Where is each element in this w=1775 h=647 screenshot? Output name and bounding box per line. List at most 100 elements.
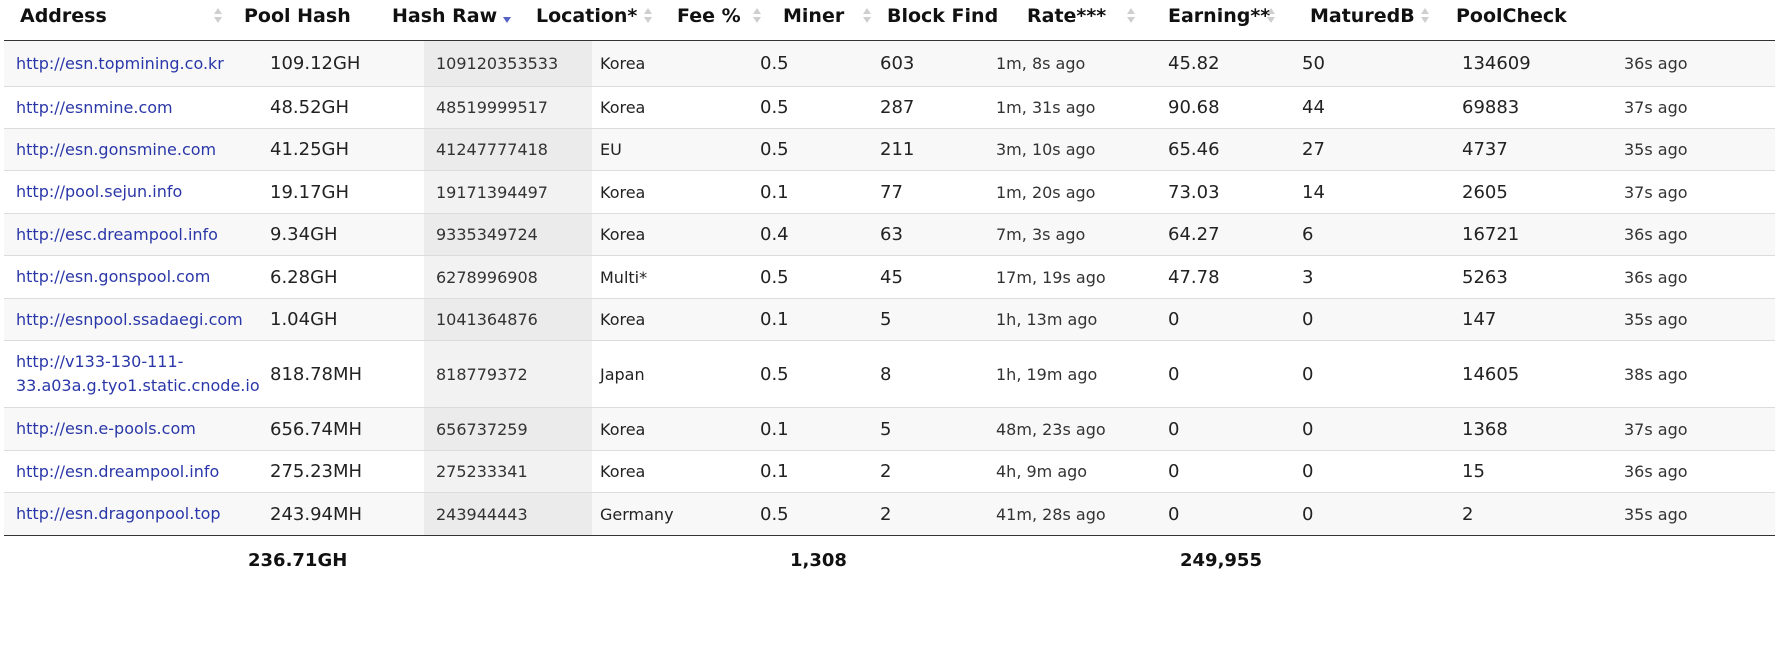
cell-matured: 15: [1462, 461, 1485, 482]
cell-block-find: 1m, 8s ago: [996, 54, 1086, 73]
table-row: http://esn.e-pools.com 656.74MH 656737259 K…: [4, 408, 1775, 451]
cell-hash-raw: 818779372: [436, 364, 528, 384]
sort-arrows-icon[interactable]: [1266, 4, 1276, 28]
column-header-location[interactable]: Location*: [536, 0, 637, 40]
sort-arrows-icon[interactable]: [213, 4, 223, 28]
cell-fee: 0.1: [760, 181, 789, 203]
cell-poolcheck: 36s ago: [1624, 54, 1688, 73]
cell-location: Korea: [600, 54, 646, 73]
pool-address-link[interactable]: http://esn.gonsmine.com: [16, 129, 246, 170]
table-row: http://esn.gonsmine.com 41.25GH 4124777741…: [4, 129, 1775, 171]
cell-matured: 5263: [1462, 266, 1508, 288]
cell-miner: 2: [880, 503, 892, 525]
sort-arrows-icon[interactable]: [1126, 4, 1136, 28]
cell-matured: 2: [1462, 503, 1474, 525]
pool-address-link[interactable]: http://esnmine.com: [16, 87, 246, 128]
cell-location: Korea: [600, 225, 646, 244]
cell-pool-hash: 656.74MH: [270, 418, 363, 440]
cell-miner: 77: [880, 181, 903, 203]
cell-pool-hash: 41.25GH: [270, 139, 350, 160]
cell-pool-hash: 9.34GH: [270, 224, 338, 245]
column-header-rate[interactable]: Rate***: [1027, 0, 1106, 40]
cell-block-find: 4h, 9m ago: [996, 462, 1088, 481]
column-header-miner[interactable]: Miner: [783, 0, 844, 40]
cell-rate: 64.27: [1168, 224, 1220, 245]
cell-block-find: 48m, 23s ago: [996, 419, 1106, 439]
cell-location: Korea: [600, 419, 646, 439]
pool-address-link[interactable]: http://esnpool.ssadaegi.com: [16, 299, 246, 340]
column-header-hash-raw[interactable]: Hash Raw: [392, 0, 497, 40]
sort-arrows-icon[interactable]: [502, 4, 512, 28]
cell-poolcheck: 36s ago: [1624, 225, 1688, 244]
sort-arrows-icon[interactable]: [752, 4, 762, 28]
cell-location: Korea: [600, 98, 646, 117]
cell-fee: 0.5: [760, 53, 789, 74]
cell-hash-raw: 48519999517: [436, 98, 548, 117]
cell-block-find: 7m, 3s ago: [996, 225, 1086, 244]
cell-rate: 0: [1168, 503, 1180, 525]
cell-hash-raw: 275233341: [436, 462, 528, 481]
cell-matured: 1368: [1462, 418, 1508, 440]
cell-miner: 287: [880, 97, 915, 118]
cell-miner: 45: [880, 266, 903, 288]
cell-poolcheck: 37s ago: [1624, 419, 1688, 439]
pool-address-link[interactable]: http://esn.dragonpool.top: [16, 493, 246, 535]
cell-fee: 0.5: [760, 363, 789, 385]
cell-earning: 50: [1302, 53, 1325, 74]
sort-arrows-icon[interactable]: [643, 4, 653, 28]
total-pool-hash: 236.71GH: [248, 549, 348, 571]
pool-address-link[interactable]: http://esn.dreampool.info: [16, 451, 246, 492]
cell-earning: 27: [1302, 139, 1325, 160]
column-header-poolcheck: PoolCheck: [1456, 5, 1567, 27]
cell-hash-raw: 9335349724: [436, 225, 538, 244]
cell-fee: 0.5: [760, 139, 789, 160]
cell-poolcheck: 35s ago: [1624, 310, 1688, 329]
cell-pool-hash: 109.12GH: [270, 53, 361, 74]
cell-poolcheck: 35s ago: [1624, 140, 1688, 159]
cell-pool-hash: 243.94MH: [270, 503, 363, 525]
cell-location: EU: [600, 140, 622, 159]
table-row: http://esc.dreampool.info 9.34GH 933534972…: [4, 214, 1775, 256]
cell-miner: 63: [880, 224, 903, 245]
cell-hash-raw: 41247777418: [436, 140, 548, 159]
cell-block-find: 1m, 31s ago: [996, 98, 1096, 117]
cell-matured: 2605: [1462, 181, 1508, 203]
cell-location: Multi*: [600, 267, 648, 287]
pool-address-link[interactable]: http://esc.dreampool.info: [16, 214, 246, 255]
cell-block-find: 17m, 19s ago: [996, 267, 1106, 287]
cell-fee: 0.5: [760, 266, 789, 288]
cell-earning: 0: [1302, 363, 1314, 385]
pool-address-link[interactable]: http://pool.sejun.info: [16, 171, 246, 213]
table-row: http://esn.gonspool.com 6.28GH 6278996908 M…: [4, 256, 1775, 299]
sort-arrows-icon[interactable]: [1420, 4, 1430, 28]
sort-arrows-icon[interactable]: [862, 4, 872, 28]
cell-matured: 134609: [1462, 53, 1531, 74]
pool-address-link[interactable]: http://esn.e-pools.com: [16, 408, 246, 450]
table-row: http://esn.topmining.co.kr 109.12GH 109120…: [4, 41, 1775, 87]
table-body: http://esn.topmining.co.kr 109.12GH 109120…: [4, 41, 1775, 536]
cell-poolcheck: 38s ago: [1624, 364, 1688, 384]
cell-block-find: 1m, 20s ago: [996, 182, 1096, 202]
cell-earning: 0: [1302, 461, 1314, 482]
cell-rate: 0: [1168, 363, 1180, 385]
pool-address-link[interactable]: http://esn.topmining.co.kr: [16, 41, 246, 86]
cell-rate: 0: [1168, 309, 1180, 330]
cell-earning: 6: [1302, 224, 1314, 245]
pool-address-link[interactable]: http://v133-130-111-33.a03a.g.tyo1.stati…: [16, 341, 260, 407]
cell-rate: 65.46: [1168, 139, 1220, 160]
cell-miner: 5: [880, 418, 892, 440]
cell-rate: 0: [1168, 418, 1180, 440]
column-header-matured[interactable]: MaturedB: [1310, 0, 1415, 40]
cell-fee: 0.5: [760, 97, 789, 118]
table-row: http://esnmine.com 48.52GH 48519999517 Kore…: [4, 87, 1775, 129]
column-header-fee[interactable]: Fee %: [677, 0, 741, 40]
cell-poolcheck: 37s ago: [1624, 98, 1688, 117]
cell-miner: 603: [880, 53, 915, 74]
table-footer: 236.71GH 1,308 249,955: [4, 536, 1775, 584]
cell-matured: 4737: [1462, 139, 1508, 160]
cell-earning: 0: [1302, 309, 1314, 330]
pool-address-link[interactable]: http://esn.gonspool.com: [16, 256, 246, 298]
table-row: http://pool.sejun.info 19.17GH 19171394497…: [4, 171, 1775, 214]
column-header-earning[interactable]: Earning**: [1168, 0, 1270, 40]
column-header-address[interactable]: Address: [20, 0, 107, 40]
